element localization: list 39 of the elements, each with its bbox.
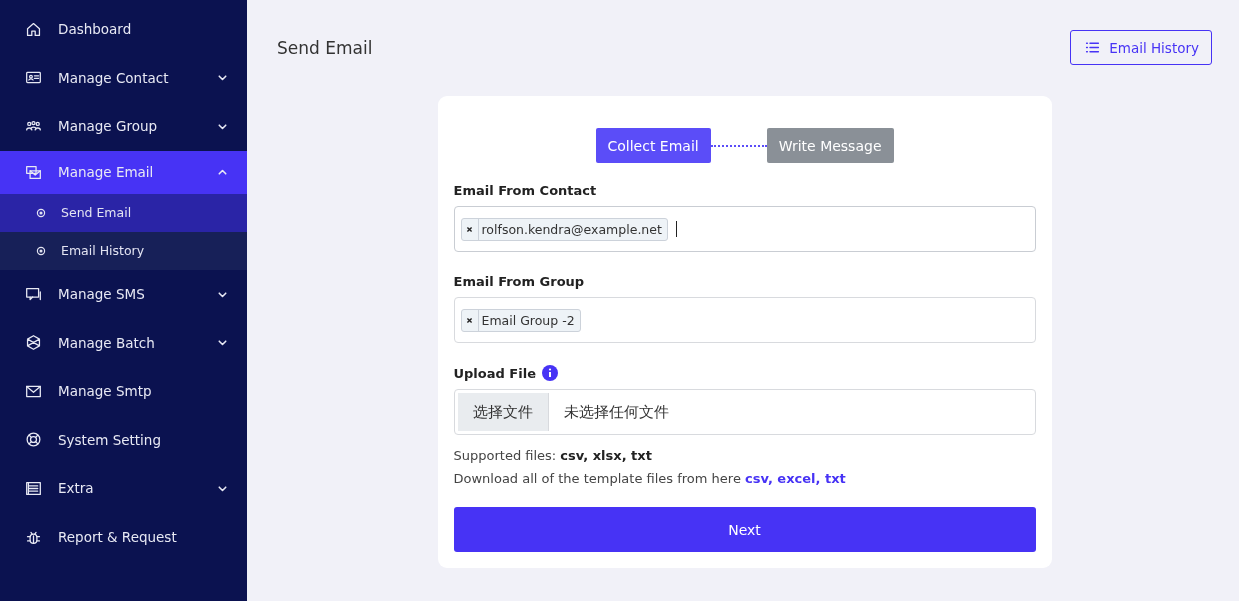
file-input[interactable]: 选择文件 未选择任何文件	[453, 389, 1036, 435]
chat-screen-icon	[25, 285, 42, 303]
sidebar-item[interactable]: Report & Request	[0, 512, 247, 562]
cube-sketch-icon	[25, 334, 42, 352]
sidebar-item[interactable]: Manage SMS	[0, 269, 247, 319]
field-label: Email From Contact	[453, 183, 598, 198]
field-label: Upload File	[453, 365, 536, 381]
home-icon	[25, 20, 42, 38]
circle-dot-icon	[35, 206, 47, 219]
sidebar-item[interactable]: Extra	[0, 464, 247, 513]
email-history-button[interactable]: Email History	[1070, 30, 1212, 65]
sidebar-item[interactable]: Manage Email	[0, 150, 247, 194]
email-stack-icon	[25, 163, 42, 181]
selected-tag: rolfson.kendra@example.net	[460, 217, 668, 241]
template-links[interactable]: csv, excel, txt	[745, 471, 846, 486]
sidebar-item[interactable]: System Setting	[0, 415, 247, 465]
step-connector-line	[710, 144, 767, 147]
multi-select-field[interactable]: rolfson.kendra@example.net	[453, 206, 1036, 252]
next-button[interactable]: Next	[453, 507, 1036, 552]
sidebar-item[interactable]: Dashboard	[0, 5, 247, 54]
info-icon[interactable]	[541, 365, 558, 381]
circle-dot-icon	[35, 244, 47, 257]
step-tab[interactable]: Collect Email	[595, 128, 711, 163]
page-title: Send Email	[277, 37, 373, 58]
sidebar-item[interactable]: Manage Smtp	[0, 366, 247, 416]
list-panel-icon	[25, 479, 42, 497]
submenu-item[interactable]: Send Email	[0, 193, 247, 232]
supported-files-text: Supported files: csv, xlsx, txt	[453, 447, 653, 465]
choose-file-button[interactable]: 选择文件	[457, 393, 549, 431]
field-label: Email From Group	[453, 274, 586, 289]
submenu-item[interactable]: Email History	[0, 231, 247, 270]
file-status: 未选择任何文件	[562, 401, 669, 423]
sidebar-item[interactable]: Manage Group	[0, 102, 247, 151]
sidebar-item[interactable]: Manage Contact	[0, 53, 247, 103]
download-templates-text: Download all of the template files from here csv, excel, txt	[453, 470, 847, 488]
lifebuoy-icon	[25, 431, 42, 449]
selected-tag: Email Group -2	[460, 308, 581, 332]
sidebar-item[interactable]: Manage Batch	[0, 318, 247, 367]
multi-select-field[interactable]: Email Group -2	[453, 297, 1036, 343]
